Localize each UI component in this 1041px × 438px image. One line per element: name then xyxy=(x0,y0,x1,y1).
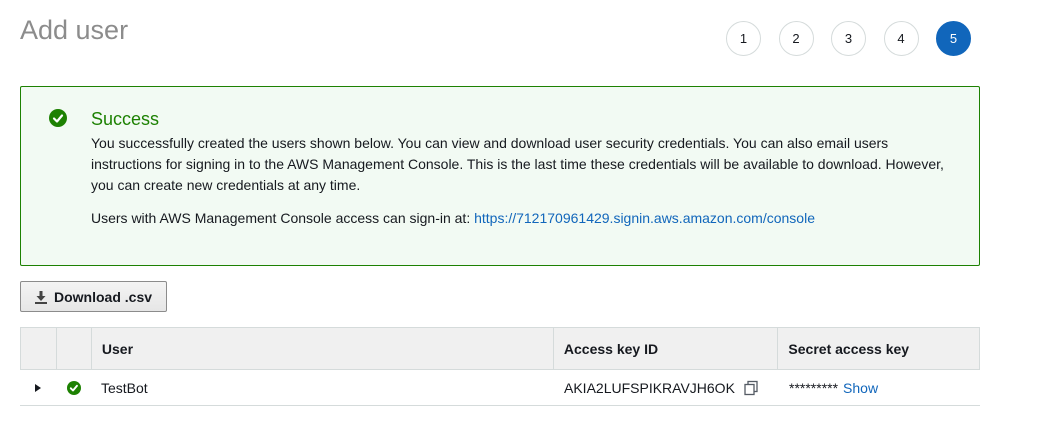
secret-masked-value: ********* xyxy=(789,379,839,396)
header-expand-col xyxy=(21,328,57,369)
header-user[interactable]: User xyxy=(92,328,554,369)
expand-row-caret-icon[interactable] xyxy=(34,383,42,393)
secret-access-key-cell: ********* Show xyxy=(779,370,980,405)
header-secret-access-key[interactable]: Secret access key xyxy=(778,328,979,369)
alert-title: Success xyxy=(91,109,160,129)
step-1[interactable]: 1 xyxy=(726,21,761,56)
step-5-current: 5 xyxy=(936,21,971,56)
copy-icon[interactable] xyxy=(743,380,759,396)
access-key-id-value: AKIA2LUFSPIKRAVJH6OK xyxy=(564,379,735,396)
table-header: User Access key ID Secret access key xyxy=(20,327,980,370)
header-access-key-id[interactable]: Access key ID xyxy=(554,328,779,369)
download-csv-label: Download .csv xyxy=(54,288,153,305)
access-key-id-cell: AKIA2LUFSPIKRAVJH6OK xyxy=(554,370,779,405)
console-signin-link[interactable]: https://712170961429.signin.aws.amazon.c… xyxy=(474,210,815,226)
user-name-cell: TestBot xyxy=(101,379,148,396)
alert-message: You successfully created the users shown… xyxy=(91,135,944,193)
show-secret-link[interactable]: Show xyxy=(843,380,878,396)
step-2[interactable]: 2 xyxy=(778,21,814,56)
step-3[interactable]: 3 xyxy=(831,21,866,56)
download-icon xyxy=(34,290,48,304)
wizard-steps: 1 2 3 4 5 xyxy=(726,21,989,56)
step-4[interactable]: 4 xyxy=(883,21,919,56)
success-alert: Success You successfully created the use… xyxy=(20,86,980,266)
download-csv-button[interactable]: Download .csv xyxy=(20,281,167,312)
page-title: Add user xyxy=(20,15,129,45)
users-table: User Access key ID Secret access key Tes… xyxy=(20,327,980,406)
success-check-icon xyxy=(66,380,81,395)
check-circle-icon xyxy=(49,109,67,127)
table-row: TestBot AKIA2LUFSPIKRAVJH6OK ********* S… xyxy=(20,370,980,406)
signin-prefix: Users with AWS Management Console access… xyxy=(91,210,471,226)
signin-line: Users with AWS Management Console access… xyxy=(91,210,815,226)
header-status-col xyxy=(57,328,92,369)
